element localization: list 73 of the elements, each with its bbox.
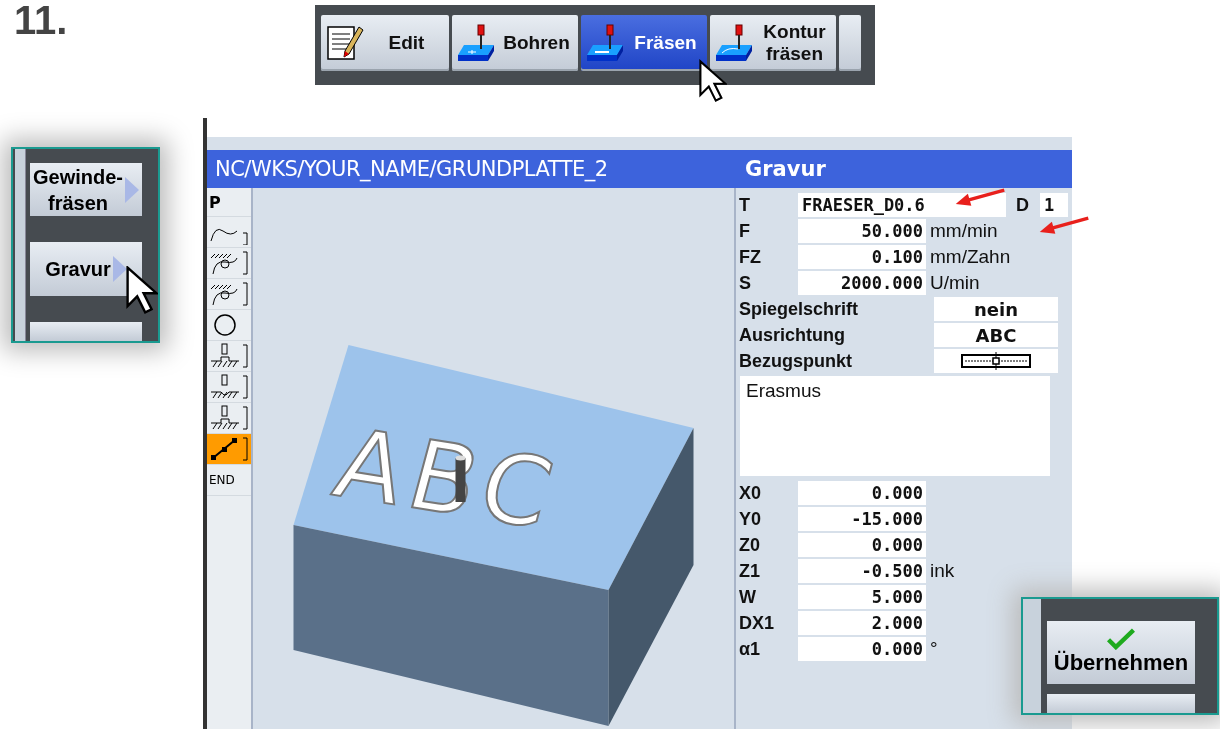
param-field[interactable]: 0.100 (798, 245, 926, 269)
param-label: X0 (739, 482, 763, 504)
option-toggle-field[interactable] (934, 349, 1058, 373)
notepad-pencil-icon (325, 23, 365, 63)
param-field[interactable]: 0.000 (798, 637, 926, 661)
mouse-pointer-icon (699, 58, 727, 104)
option-toggle-field[interactable]: nein (934, 297, 1058, 321)
checkmark-icon (1106, 628, 1136, 651)
param-label: Z1 (739, 560, 761, 582)
option-label: Spiegelschrift (739, 298, 860, 320)
cycle-step-item[interactable] (207, 434, 251, 465)
softkey-button[interactable]: Edit (321, 15, 449, 71)
param-field[interactable]: 50.000 (798, 219, 926, 243)
param-label: F (739, 220, 751, 242)
form-title: Gravur (745, 157, 826, 181)
triangle-icon (112, 256, 127, 283)
param-label: S (739, 272, 752, 294)
param-field[interactable]: -0.500 (798, 559, 926, 583)
groove-icon (209, 343, 249, 369)
option-label: Bezugspunkt (739, 350, 853, 372)
annotation-arrow (954, 188, 1006, 208)
param-field[interactable]: 2000.000 (798, 271, 926, 295)
program-path-title: NC/WKS/YOUR_NAME/GRUNDPLATTE_2 (214, 157, 609, 181)
param-label: DX1 (739, 612, 775, 634)
option-toggle-field[interactable]: ABC (934, 323, 1058, 347)
unit-label: mm/min (930, 220, 998, 242)
cycle-step-item[interactable] (207, 341, 251, 372)
side-menu-button[interactable]: Gewinde- fräsen (30, 163, 142, 217)
groove-icon (209, 374, 249, 400)
option-label: Ausrichtung (739, 324, 846, 346)
cycle-step-item[interactable] (207, 248, 251, 279)
param-field[interactable]: 5.000 (798, 585, 926, 609)
line-path-icon (209, 436, 249, 462)
partial-softkey-button[interactable] (1047, 693, 1195, 713)
cycle-list-item[interactable]: P (207, 188, 251, 217)
param-field[interactable]: 0.000 (798, 481, 926, 505)
softkey-button[interactable]: Bohren (452, 15, 578, 71)
cycle-step-item[interactable] (207, 279, 251, 310)
softkey-button[interactable]: Kontur fräsen (710, 15, 836, 71)
param-label: FZ (739, 246, 762, 268)
tool-edge-field[interactable]: 1 (1040, 193, 1068, 217)
tool-field[interactable]: FRAESER_D0.6 (798, 193, 1006, 217)
step-number: 11. (14, 0, 68, 40)
slot-icon (209, 405, 249, 431)
param-label: T (739, 194, 751, 216)
cycle-step-item[interactable] (207, 372, 251, 403)
param-label: D (1015, 194, 1030, 216)
accept-button[interactable]: Übernehmen (1047, 621, 1195, 684)
unit-label: mm/Zahn (930, 246, 1011, 268)
unit-label: ° (930, 638, 938, 660)
engraving-text-field[interactable]: Erasmus (740, 376, 1050, 476)
hatched-pocket-icon (209, 250, 249, 276)
triangle-icon (125, 176, 139, 203)
side-menu-button[interactable]: Gravur (30, 242, 142, 296)
unit-label: U/min (930, 272, 980, 294)
param-field[interactable]: 2.000 (798, 611, 926, 635)
param-label: W (739, 586, 757, 608)
cycle-list-item[interactable]: END (207, 465, 251, 496)
partial-side-menu-button[interactable] (30, 321, 142, 341)
param-label: Z0 (739, 534, 761, 556)
mouse-pointer-icon (126, 266, 158, 314)
milled-block-icon (585, 23, 625, 63)
drilled-block-icon (456, 23, 496, 63)
param-label: Y0 (739, 508, 763, 530)
reference-point-icon (961, 352, 1031, 370)
param-label: α1 (739, 638, 762, 660)
annotation-arrow (1038, 216, 1090, 236)
softkey-button[interactable]: Fräsen (581, 15, 707, 71)
param-field[interactable]: 0.000 (798, 533, 926, 557)
unit-label: ink (930, 560, 955, 582)
param-field[interactable]: -15.000 (798, 507, 926, 531)
contour-block-icon (714, 23, 754, 63)
hatched-pocket-icon (209, 281, 249, 307)
